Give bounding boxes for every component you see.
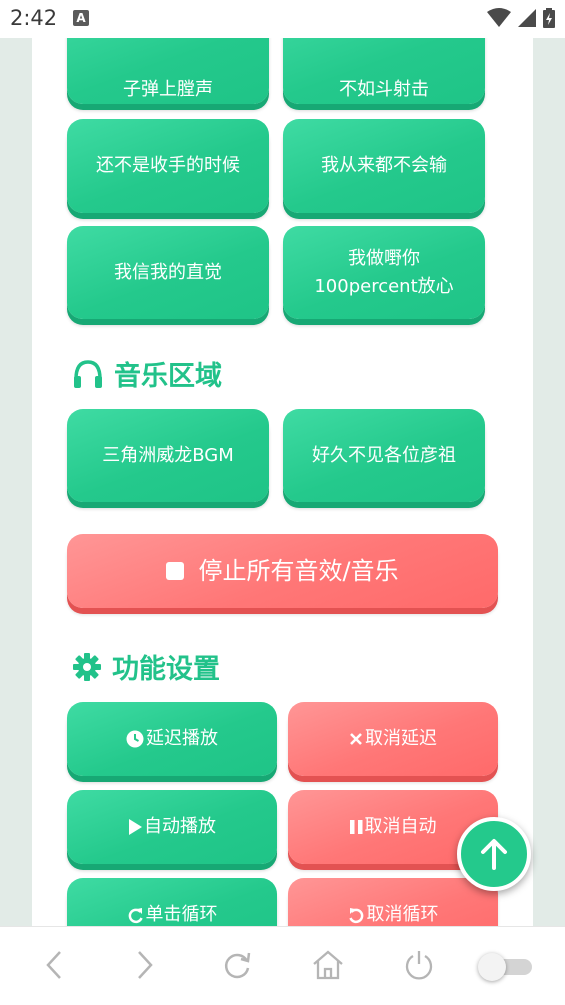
delay-play-label: 延迟播放 (146, 728, 218, 749)
music-button-label: 好久不见各位彦祖 (312, 444, 456, 466)
battery-icon (543, 8, 555, 28)
sound-button[interactable]: 我信我的直觉 (67, 226, 269, 319)
pause-icon (349, 820, 362, 834)
refresh-icon[interactable] (221, 949, 253, 981)
clock-icon (126, 730, 144, 748)
cancel-delay-button[interactable]: 取消延迟 (288, 702, 498, 776)
status-time: 2:42 (10, 6, 58, 30)
music-button[interactable]: 好久不见各位彦祖 (283, 409, 485, 502)
sound-button[interactable]: 我做嘢你 100percent放心 (283, 226, 485, 319)
single-loop-button[interactable]: 单击循环 (67, 878, 277, 926)
cancel-delay-label: 取消延迟 (365, 728, 437, 749)
forward-icon[interactable] (135, 949, 155, 981)
music-section-title: 音乐区域 (72, 354, 222, 393)
music-button[interactable]: 三角洲威龙BGM (67, 409, 269, 502)
cancel-auto-label: 取消自动 (364, 816, 437, 837)
delay-play-button[interactable]: 延迟播放 (67, 702, 277, 776)
auto-play-label: 自动播放 (144, 816, 216, 837)
settings-title-text: 功能设置 (112, 654, 220, 685)
stop-all-label: 停止所有音效/音乐 (198, 557, 399, 585)
browser-nav-bar (0, 926, 565, 1005)
music-button-label: 三角洲威龙BGM (102, 444, 234, 466)
music-title-text: 音乐区域 (114, 361, 222, 392)
toggle-switch[interactable] (478, 953, 534, 981)
undo-icon (348, 907, 363, 923)
sound-button-label: 我从来都不会输 (321, 155, 447, 176)
sound-button-label: 不如斗射击 (339, 79, 429, 100)
cancel-loop-label: 取消循环 (366, 904, 439, 925)
play-icon (129, 819, 142, 835)
scroll-top-button[interactable] (457, 817, 531, 891)
status-icons (487, 8, 555, 28)
notification-icon: A (73, 10, 89, 26)
sound-button[interactable]: 还不是收手的时候 (67, 119, 269, 213)
page-margin-right (533, 38, 565, 926)
power-icon[interactable] (403, 949, 435, 981)
gear-icon (73, 652, 101, 681)
stop-all-button[interactable]: 停止所有音效/音乐 (67, 534, 498, 608)
settings-section-title: 功能设置 (72, 647, 220, 686)
redo-icon (128, 907, 143, 923)
sound-button-label: 我做嘢你 100percent放心 (314, 247, 454, 297)
arrow-up-icon (481, 839, 507, 870)
sound-button-label: 子弹上膛声 (123, 79, 213, 100)
sound-button-label: 我信我的直觉 (114, 261, 222, 283)
close-icon (350, 733, 362, 745)
stop-icon (166, 562, 185, 580)
sound-button[interactable]: 子弹上膛声 (67, 38, 269, 104)
wifi-icon (487, 8, 511, 27)
main-content[interactable]: 子弹上膛声 不如斗射击 还不是收手的时候 我从来都不会输 我信我的直觉 我做嘢你… (32, 38, 533, 926)
status-bar: 2:42 A (0, 0, 565, 38)
headphones-icon (74, 359, 102, 388)
sound-button-label: 还不是收手的时候 (96, 155, 240, 176)
sound-button[interactable]: 不如斗射击 (283, 38, 485, 104)
auto-play-button[interactable]: 自动播放 (67, 790, 277, 864)
sound-button[interactable]: 我从来都不会输 (283, 119, 485, 213)
home-icon[interactable] (311, 949, 345, 981)
single-loop-label: 单击循环 (145, 904, 218, 925)
page-margin-left (0, 38, 32, 926)
back-icon[interactable] (44, 949, 64, 981)
signal-icon (518, 9, 536, 27)
cancel-loop-button[interactable]: 取消循环 (288, 878, 498, 926)
